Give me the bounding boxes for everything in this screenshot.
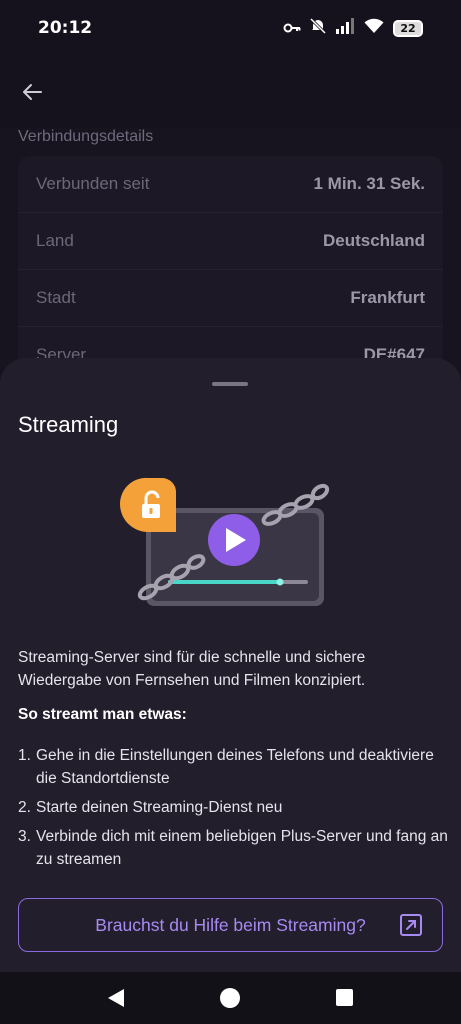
detail-row-country: Land Deutschland: [18, 213, 443, 270]
step-text: Gehe in die Einstellungen deines Telefon…: [36, 747, 434, 787]
detail-label: Land: [36, 231, 74, 250]
section-label-connection-details: Verbindungsdetails: [18, 128, 154, 145]
detail-value: Deutschland: [322, 231, 425, 250]
list-item: 2. Starte deinen Streaming-Dienst neu: [18, 796, 448, 819]
nav-recents-icon[interactable]: [336, 989, 353, 1006]
wifi-icon: [364, 18, 384, 38]
external-link-icon: [400, 914, 422, 936]
help-button-label: Brauchst du Hilfe beim Streaming?: [95, 914, 366, 935]
status-time: 20:12: [38, 18, 93, 38]
app-bar: [0, 56, 461, 128]
step-text: Verbinde dich mit einem beliebigen Plus-…: [36, 828, 448, 868]
detail-value: Frankfurt: [350, 288, 425, 307]
list-item: 3. Verbinde dich mit einem beliebigen Pl…: [18, 825, 448, 871]
sheet-title: Streaming: [18, 412, 119, 437]
list-item: 1. Gehe in die Einstellungen deines Tele…: [18, 744, 448, 790]
detail-label: Stadt: [36, 288, 76, 307]
streaming-illustration: [118, 476, 334, 612]
nav-back-icon[interactable]: [106, 988, 126, 1008]
key-icon: [283, 19, 301, 38]
battery-level: 22: [400, 21, 416, 35]
nav-home-icon[interactable]: [220, 988, 240, 1008]
streaming-help-button[interactable]: Brauchst du Hilfe beim Streaming?: [18, 898, 443, 952]
step-number: 3.: [18, 828, 31, 845]
system-nav-bar: [0, 972, 461, 1024]
status-bar: 20:12 22: [0, 0, 461, 56]
detail-label: Verbunden seit: [36, 174, 150, 193]
mute-icon: [309, 17, 327, 38]
steps-list: 1. Gehe in die Einstellungen deines Tele…: [18, 744, 448, 877]
status-icons: 22: [283, 17, 423, 38]
detail-row-city: Stadt Frankfurt: [18, 270, 443, 327]
step-number: 1.: [18, 747, 31, 764]
sheet-drag-handle[interactable]: [212, 382, 248, 386]
howto-title: So streamt man etwas:: [18, 706, 187, 723]
streaming-bottom-sheet: Streaming Streaming-Server sind für die …: [0, 358, 461, 972]
signal-icon: [335, 18, 355, 38]
battery-icon: 22: [393, 19, 423, 37]
streaming-description: Streaming-Server sind für die schnelle u…: [18, 649, 366, 689]
step-text: Starte deinen Streaming-Dienst neu: [36, 799, 283, 816]
detail-value: 1 Min. 31 Sek.: [313, 174, 426, 193]
detail-row-connected-since: Verbunden seit 1 Min. 31 Sek.: [18, 156, 443, 213]
arrow-left-icon[interactable]: [20, 80, 44, 104]
step-number: 2.: [18, 799, 31, 816]
